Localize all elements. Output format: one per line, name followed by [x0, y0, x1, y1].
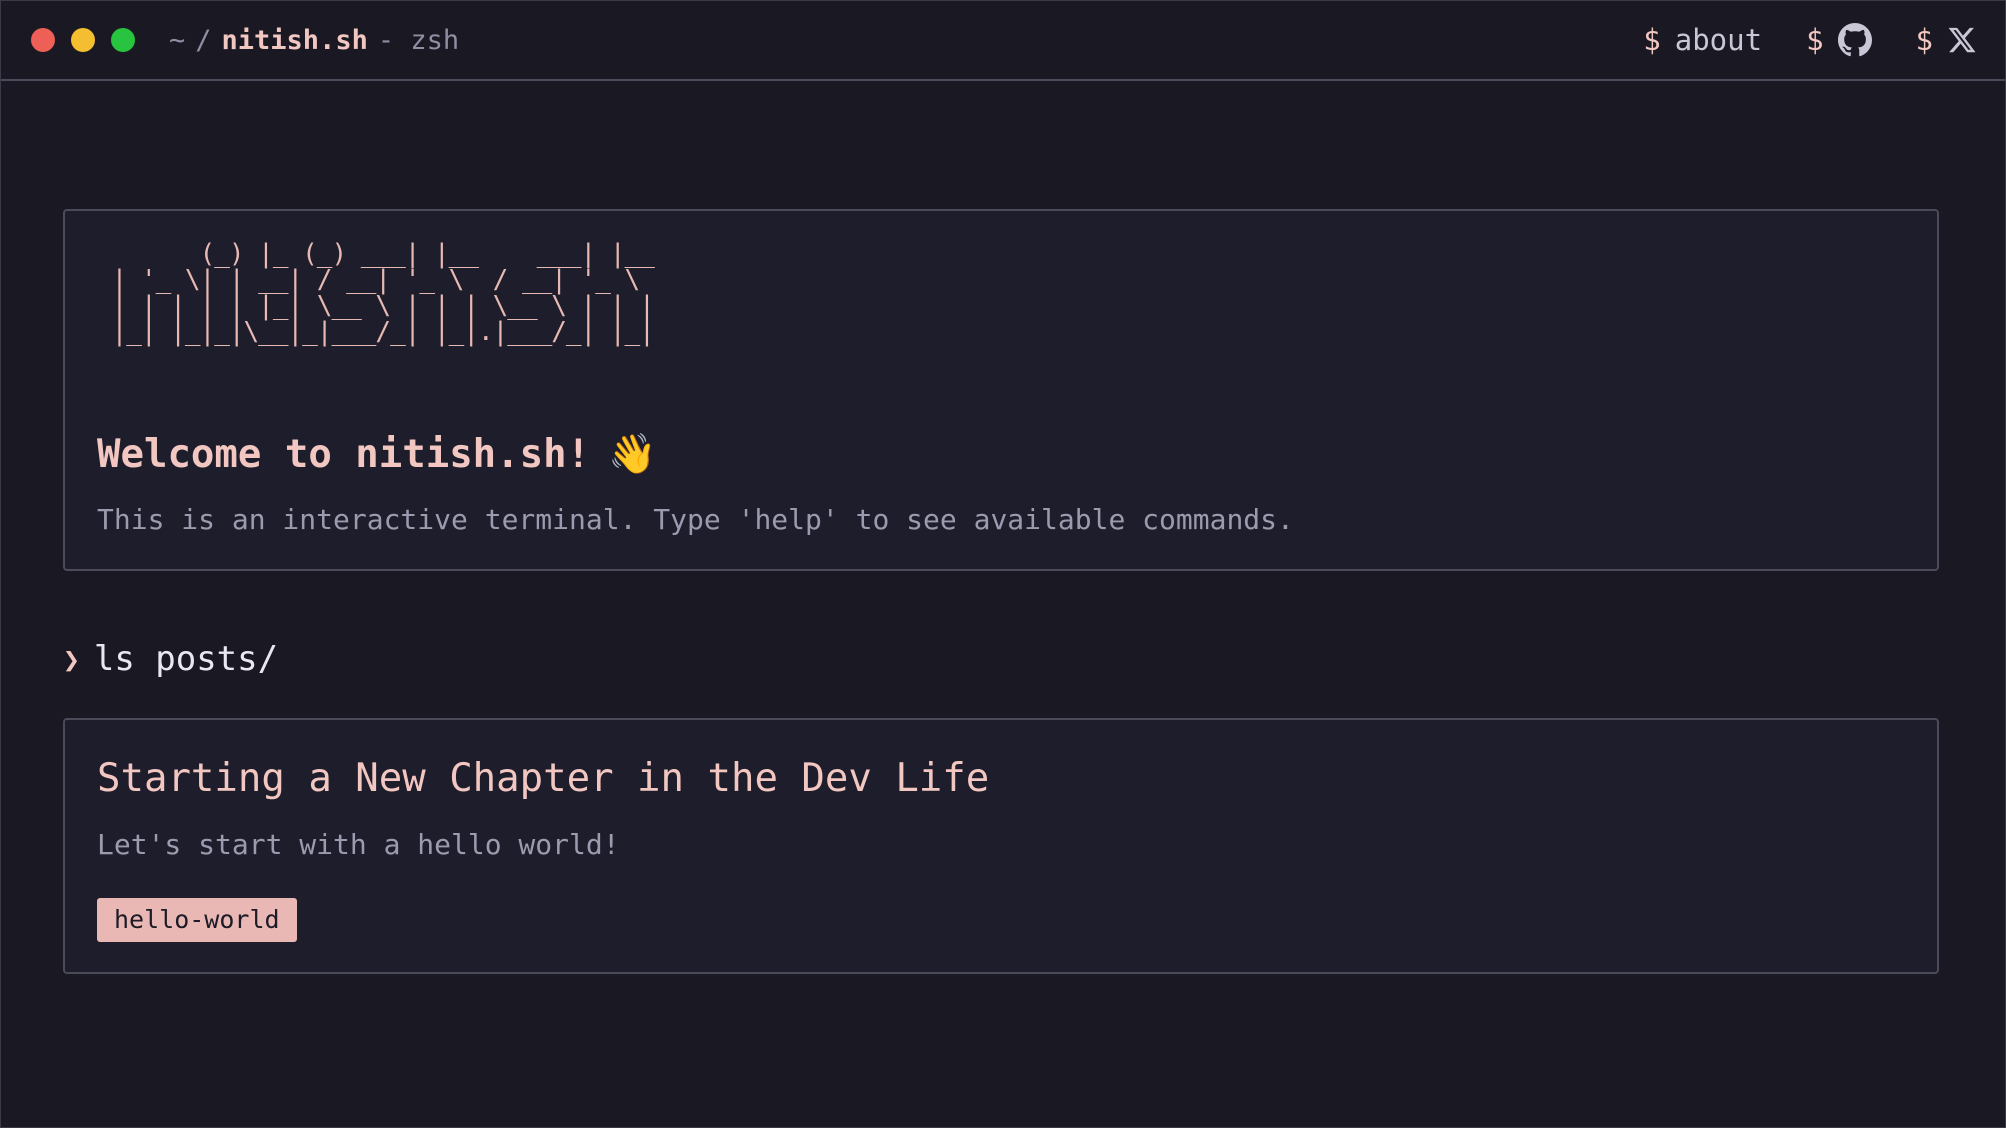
window-controls [31, 28, 151, 52]
prompt-caret-icon: ❯ [63, 642, 80, 676]
welcome-panel: (_) |_ (_) ___| |__ ___| |__ | '_ \| | _… [63, 209, 1939, 571]
nav-about-link[interactable]: $ about [1643, 23, 1762, 57]
waving-hand-emoji: 👋 [608, 432, 657, 477]
prompt-symbol: $ [1915, 23, 1933, 57]
github-icon [1837, 23, 1872, 57]
welcome-description: This is an interactive terminal. Type 'h… [97, 503, 1294, 536]
welcome-heading: Welcome to nitish.sh! [97, 432, 591, 477]
post-description: Let's start with a hello world! [97, 828, 620, 861]
ascii-logo: (_) |_ (_) ___| |__ ___| |__ | '_ \| | _… [111, 239, 655, 347]
command-text: ls posts/ [93, 639, 279, 679]
prompt-symbol: $ [1806, 23, 1824, 57]
post-title[interactable]: Starting a New Chapter in the Dev Life [97, 756, 989, 801]
close-window-button[interactable] [31, 28, 55, 52]
path-home: ~ [169, 24, 186, 56]
terminal-window: ~ / nitish.sh - zsh $ about $ $ (_) |_ (… [0, 0, 2006, 1128]
title-bar: ~ / nitish.sh - zsh $ about $ $ [1, 1, 2005, 81]
path-separator: / [195, 24, 212, 56]
welcome-title: Welcome to nitish.sh! 👋 [97, 431, 657, 477]
window-title: ~ / nitish.sh - zsh [169, 25, 459, 56]
minimize-window-button[interactable] [71, 28, 95, 52]
nav-x-link[interactable]: $ [1916, 23, 1977, 57]
post-card[interactable]: Starting a New Chapter in the Dev Life L… [63, 718, 1939, 974]
nav-github-link[interactable]: $ [1806, 23, 1872, 57]
top-nav: $ about $ $ [1643, 1, 1977, 79]
command-line: ❯ ls posts/ [63, 639, 278, 679]
shell-name: - zsh [377, 24, 460, 56]
post-tag[interactable]: hello-world [97, 898, 297, 942]
maximize-window-button[interactable] [111, 28, 135, 52]
host-name[interactable]: nitish.sh [222, 25, 368, 56]
prompt-symbol: $ [1643, 23, 1661, 57]
x-icon [1947, 25, 1977, 55]
nav-about-label: about [1674, 23, 1763, 57]
